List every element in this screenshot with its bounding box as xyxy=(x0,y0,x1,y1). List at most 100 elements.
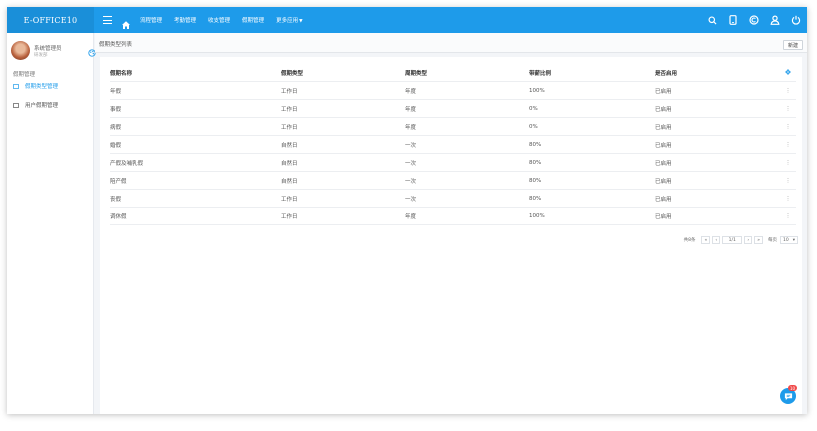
cell-cycle: 年度 xyxy=(405,88,417,95)
cell-paid-ratio: 80% xyxy=(529,159,542,166)
user-profile: 系统管理员 研发部 xyxy=(11,41,96,63)
sidebar-item-label: 假期类型管理 xyxy=(25,84,59,90)
cell-name: 年假 xyxy=(110,88,122,95)
nav-more-apps[interactable]: 更多应用▼ xyxy=(276,16,302,24)
more-vertical-icon[interactable]: ⋮ xyxy=(780,124,796,130)
table-row[interactable]: 调休假 工作日 年度 100% 已启用 ⋮ xyxy=(110,207,796,225)
cell-type: 工作日 xyxy=(281,124,298,131)
cell-enabled: 已启用 xyxy=(655,160,672,167)
per-page-select[interactable]: 10 ▾ xyxy=(780,236,798,244)
cell-name: 调休假 xyxy=(110,214,127,220)
table-row[interactable]: 丧假 工作日 一次 80% 已启用 ⋮ xyxy=(110,189,796,207)
mobile-icon[interactable] xyxy=(728,15,738,25)
cell-name: 丧假 xyxy=(110,196,122,203)
more-vertical-icon[interactable]: ⋮ xyxy=(780,142,796,148)
table-header: 假期名称 假期类型 周期类型 带薪比例 是否启用 xyxy=(110,65,796,81)
copyright-icon[interactable] xyxy=(749,15,759,25)
avatar[interactable] xyxy=(11,41,30,60)
table-row[interactable]: 婚假 自然日 一次 80% 已启用 ⋮ xyxy=(110,135,796,153)
cell-paid-ratio: 0% xyxy=(529,105,538,112)
cell-name: 病假 xyxy=(110,124,122,131)
column-header-name[interactable]: 假期名称 xyxy=(110,69,281,77)
cell-name: 婚假 xyxy=(110,142,122,149)
cell-cycle: 一次 xyxy=(405,142,417,149)
table-row[interactable]: 年假 工作日 年度 100% 已启用 ⋮ xyxy=(110,81,796,99)
caret-down-icon: ▼ xyxy=(299,19,303,24)
per-page-label: 每页 xyxy=(768,238,777,243)
nav-finance[interactable]: 收支管理 xyxy=(208,16,230,24)
breadcrumb-bar: 假期类型列表 新建 xyxy=(95,33,807,53)
gear-icon xyxy=(785,69,791,75)
nav-workflow[interactable]: 流程管理 xyxy=(140,16,162,24)
cell-enabled: 已启用 xyxy=(655,88,672,95)
sidebar-item-label: 用户假期管理 xyxy=(25,103,59,109)
sidebar-item-leave-types[interactable]: 假期类型管理 xyxy=(13,81,58,91)
last-page-button[interactable]: » xyxy=(754,236,763,244)
main-content: 假期类型列表 新建 假期名称 假期类型 周期类型 带薪比例 是否启用 年假 工作… xyxy=(95,33,807,414)
table-row[interactable]: 病假 工作日 年度 0% 已启用 ⋮ xyxy=(110,117,796,135)
more-vertical-icon[interactable]: ⋮ xyxy=(780,196,796,202)
new-button[interactable]: 新建 xyxy=(782,40,803,50)
nav-attendance[interactable]: 考勤管理 xyxy=(174,16,196,24)
first-page-button[interactable]: « xyxy=(701,236,711,244)
more-vertical-icon[interactable]: ⋮ xyxy=(780,88,796,94)
page-input[interactable]: 1/1 xyxy=(722,236,743,244)
cell-paid-ratio: 80% xyxy=(529,195,542,202)
cell-type: 自然日 xyxy=(281,160,298,167)
table-panel: 假期名称 假期类型 周期类型 带薪比例 是否启用 年假 工作日 年度 100% … xyxy=(100,57,802,414)
next-page-button[interactable]: › xyxy=(744,236,753,244)
table-row[interactable]: 产假及哺乳假 自然日 一次 80% 已启用 ⋮ xyxy=(110,153,796,171)
table-row[interactable]: 事假 工作日 年度 0% 已启用 ⋮ xyxy=(110,99,796,117)
more-vertical-icon[interactable]: ⋮ xyxy=(780,106,796,112)
sidebar-item-user-leave[interactable]: 用户假期管理 xyxy=(13,100,58,110)
cell-type: 自然日 xyxy=(281,178,298,185)
cell-name: 产假及哺乳假 xyxy=(110,160,144,167)
more-vertical-icon[interactable]: ⋮ xyxy=(780,160,796,166)
nav-more-label: 更多应用 xyxy=(276,18,299,24)
column-settings[interactable] xyxy=(780,69,796,77)
cell-cycle: 年度 xyxy=(405,106,417,113)
top-nav: 流程管理 考勤管理 收支管理 假期管理 更多应用▼ xyxy=(140,7,315,33)
cell-cycle: 一次 xyxy=(405,196,417,203)
user-icon[interactable] xyxy=(770,15,780,25)
brand-logo[interactable]: E-OFFICE10 xyxy=(7,7,94,33)
top-bar: E-OFFICE10 流程管理 考勤管理 收支管理 假期管理 更多应用▼ xyxy=(7,7,807,33)
cell-paid-ratio: 80% xyxy=(529,141,542,148)
cell-enabled: 已启用 xyxy=(655,124,672,131)
cell-enabled: 已启用 xyxy=(655,142,672,149)
cell-cycle: 一次 xyxy=(405,160,417,167)
more-vertical-icon[interactable]: ⋮ xyxy=(780,178,796,184)
sidebar: 系统管理员 研发部 假期管理 假期类型管理 用户假期管理 xyxy=(7,33,96,414)
prev-page-button[interactable]: ‹ xyxy=(712,236,721,244)
cell-name: 陪产假 xyxy=(110,178,127,185)
user-name: 系统管理员 xyxy=(34,46,62,52)
hamburger-icon[interactable] xyxy=(103,16,112,24)
table-row[interactable]: 陪产假 自然日 一次 80% 已启用 ⋮ xyxy=(110,171,796,189)
pagination: 共8条 « ‹ 1/1 › » 每页 10 ▾ xyxy=(684,235,798,245)
power-icon[interactable] xyxy=(791,15,801,25)
caret-down-icon: ▾ xyxy=(792,237,795,243)
app-window: E-OFFICE10 流程管理 考勤管理 收支管理 假期管理 更多应用▼ 系统管… xyxy=(7,7,807,414)
per-page-value: 10 xyxy=(783,237,789,243)
cell-type: 工作日 xyxy=(281,214,298,220)
cell-paid-ratio: 80% xyxy=(529,177,542,184)
column-header-cycle[interactable]: 周期类型 xyxy=(405,69,529,77)
breadcrumb: 假期类型列表 xyxy=(99,42,133,48)
cell-paid-ratio: 100% xyxy=(529,87,545,94)
column-header-paid-ratio[interactable]: 带薪比例 xyxy=(529,69,655,77)
column-header-enabled[interactable]: 是否启用 xyxy=(655,69,780,77)
list-icon xyxy=(13,83,19,89)
chat-icon xyxy=(784,392,792,400)
cell-type: 工作日 xyxy=(281,106,298,113)
cell-type: 工作日 xyxy=(281,196,298,203)
header-actions xyxy=(696,7,801,33)
nav-leave[interactable]: 假期管理 xyxy=(242,16,264,24)
cell-enabled: 已启用 xyxy=(655,196,672,203)
cell-paid-ratio: 100% xyxy=(529,213,545,219)
cell-cycle: 年度 xyxy=(405,214,417,220)
search-icon[interactable] xyxy=(707,15,717,25)
pagination-total: 共8条 xyxy=(683,238,696,243)
home-icon[interactable] xyxy=(121,15,131,29)
column-header-type[interactable]: 假期类型 xyxy=(281,69,405,77)
more-vertical-icon[interactable]: ⋮ xyxy=(780,213,796,219)
